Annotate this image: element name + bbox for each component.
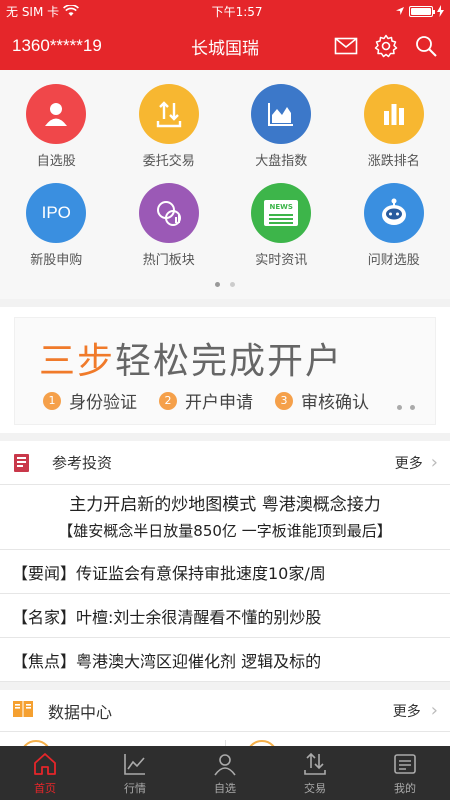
step-label: 身份验证 <box>69 393 137 413</box>
news-text: NEWS <box>269 203 293 211</box>
line-chart-icon <box>124 753 145 775</box>
menu-ipo[interactable]: IPO 新股申购 <box>11 183 101 268</box>
menu-ai-stock-pick[interactable]: 问财选股 <box>349 183 439 268</box>
news-item[interactable]: 【名家】叶檀:刘士余很清醒看不懂的别炒股 <box>0 594 450 638</box>
document-icon <box>12 453 32 473</box>
menu-label: 实时资讯 <box>255 253 308 268</box>
robot-icon <box>363 183 424 243</box>
more-label: 更多 <box>394 455 423 472</box>
top-bar: 无 SIM 卡 下午1:57 1360*****19 长城国瑞 <box>0 0 450 70</box>
step-label: 开户申请 <box>185 393 253 413</box>
step-label: 审核确认 <box>301 393 369 413</box>
tab-watchlist[interactable]: 自选 <box>180 746 270 800</box>
carrier-label: 无 SIM 卡 <box>6 4 60 19</box>
step-number: 3 <box>275 391 293 410</box>
banner-title: 三步轻松完成开户 <box>39 332 343 384</box>
banner-title-highlight: 三步 <box>39 341 116 382</box>
news-section: 参考投资 更多 › 主力开启新的炒地图模式 粤港澳概念接力 【雄安概念半日放量8… <box>0 441 450 682</box>
menu-market-index[interactable]: 大盘指数 <box>236 84 326 169</box>
headline-main[interactable]: 主力开启新的炒地图模式 粤港澳概念接力 <box>10 491 440 519</box>
section-title: 数据中心 <box>48 702 113 722</box>
profile-card-icon <box>394 753 416 774</box>
banner-steps: 1 身份验证 2 开户申请 3 审核确认 <box>43 388 369 413</box>
tab-label: 交易 <box>304 781 326 795</box>
menu-realtime-news[interactable]: NEWS 实时资讯 <box>236 183 326 268</box>
tab-bar: 首页 行情 自选 交易 我的 <box>0 746 450 800</box>
menu-label: 新股申购 <box>30 253 83 268</box>
chevron-right-icon: › <box>430 452 438 473</box>
account-number[interactable]: 1360*****19 <box>12 36 102 56</box>
section-title: 参考投资 <box>52 454 113 472</box>
menu-rank[interactable]: 涨跌排名 <box>349 84 439 169</box>
menu-label: 委托交易 <box>142 154 195 169</box>
transfer-icon <box>304 752 326 775</box>
mail-icon[interactable] <box>334 34 358 58</box>
tab-label: 我的 <box>394 781 416 795</box>
headline-sub[interactable]: 【雄安概念半日放量850亿 一字板谁能顶到最后】 <box>10 519 440 543</box>
bar-chart-icon <box>363 84 424 144</box>
banner-indicator <box>397 405 415 410</box>
app-header: 1360*****19 长城国瑞 <box>0 22 450 70</box>
status-bar: 无 SIM 卡 下午1:57 <box>0 0 450 22</box>
menu-label: 大盘指数 <box>255 154 308 169</box>
person-icon <box>214 753 236 775</box>
banner-dot <box>397 405 402 410</box>
news-item[interactable]: 【要闻】传证监会有意保持审批速度10家/周 <box>0 550 450 594</box>
banner-step: 3 审核确认 <box>275 388 369 413</box>
tab-market[interactable]: 行情 <box>90 746 180 800</box>
news-more-link[interactable]: 更多 › <box>395 452 438 473</box>
page-indicator <box>0 282 450 295</box>
tab-label: 自选 <box>214 781 236 795</box>
headline-block[interactable]: 主力开启新的炒地图模式 粤港澳概念接力 【雄安概念半日放量850亿 一字板谁能顶… <box>0 485 450 550</box>
menu-label: 自选股 <box>36 154 76 169</box>
status-time: 下午1:57 <box>211 4 263 19</box>
step-number: 2 <box>159 391 177 410</box>
tab-mine[interactable]: 我的 <box>360 746 450 800</box>
menu-label: 问财选股 <box>367 253 420 268</box>
banner-title-rest: 轻松完成开户 <box>115 341 344 382</box>
page-dot <box>215 282 220 287</box>
step-number: 1 <box>43 391 61 410</box>
menu-watchlist[interactable]: 自选股 <box>11 84 101 169</box>
tab-home[interactable]: 首页 <box>0 746 90 800</box>
more-label: 更多 <box>392 703 421 720</box>
banner-step: 1 身份验证 <box>43 388 137 413</box>
cluster-icon <box>138 183 199 243</box>
menu-hot-sector[interactable]: 热门板块 <box>124 183 214 268</box>
menu-label: 涨跌排名 <box>367 154 420 169</box>
tab-label: 首页 <box>34 781 56 795</box>
news-icon: NEWS <box>251 183 312 243</box>
menu-entrust-trade[interactable]: 委托交易 <box>124 84 214 169</box>
menu-label: 热门板块 <box>142 253 195 268</box>
app-title: 长城国瑞 <box>191 38 259 59</box>
home-icon <box>34 752 56 775</box>
charging-icon <box>437 5 444 17</box>
page-dot <box>230 282 235 287</box>
quick-menu: 自选股 委托交易 大盘指数 涨跌排名 IPO 新股申购 热门板块 NEWS 实时… <box>0 70 450 299</box>
ipo-text: IPO <box>41 203 71 222</box>
area-chart-icon <box>251 84 312 144</box>
banner-dot <box>410 405 415 410</box>
book-icon <box>12 699 34 723</box>
search-icon[interactable] <box>414 34 438 58</box>
location-icon <box>396 7 404 15</box>
data-more-link[interactable]: 更多 › <box>393 700 438 721</box>
gear-icon[interactable] <box>374 34 398 58</box>
data-center-header: 数据中心 更多 › <box>0 690 450 732</box>
person-icon <box>26 84 87 144</box>
ipo-icon: IPO <box>26 183 87 243</box>
tab-label: 行情 <box>124 781 146 795</box>
battery-icon <box>409 5 435 17</box>
banner-step: 2 开户申请 <box>159 388 253 413</box>
news-section-header: 参考投资 更多 › <box>0 441 450 485</box>
wifi-icon <box>63 5 80 16</box>
chevron-right-icon: › <box>430 700 438 721</box>
news-item[interactable]: 【焦点】粤港澳大湾区迎催化剂 逻辑及标的 <box>0 638 450 682</box>
transfer-icon <box>138 84 199 144</box>
tab-trade[interactable]: 交易 <box>270 746 360 800</box>
account-open-banner[interactable]: 三步轻松完成开户 1 身份验证 2 开户申请 3 审核确认 <box>0 307 450 433</box>
